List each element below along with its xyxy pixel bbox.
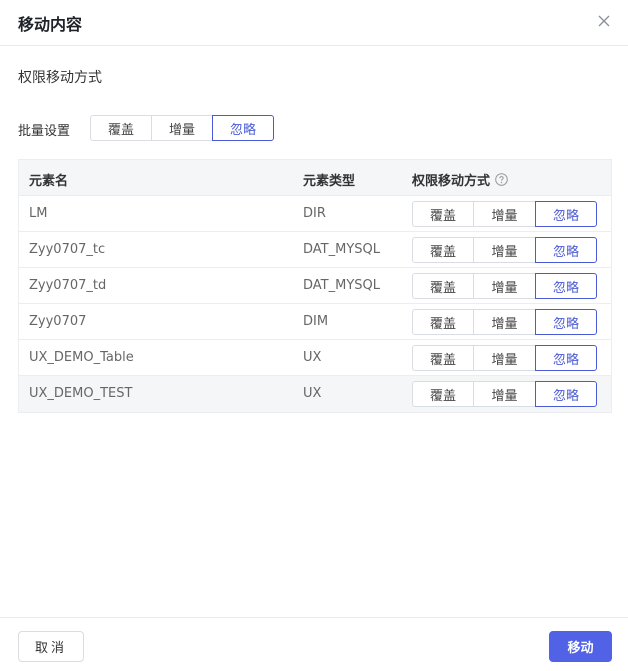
option-overwrite[interactable]: 覆盖 (412, 345, 474, 371)
element-name: UX_DEMO_Table (29, 350, 134, 365)
option-increment[interactable]: 增量 (473, 273, 536, 299)
option-increment[interactable]: 增量 (473, 201, 536, 227)
batch-option-ignore[interactable]: 忽略 (212, 115, 274, 141)
option-increment[interactable]: 增量 (473, 237, 536, 263)
option-ignore[interactable]: 忽略 (535, 381, 597, 407)
row-mode-selector: 覆盖 增量 忽略 (412, 273, 597, 299)
table-row: Zyy0707_tc DAT_MYSQL 覆盖 增量 忽略 (19, 232, 611, 268)
table-row: UX_DEMO_TEST UX 覆盖 增量 忽略 (19, 376, 611, 412)
option-ignore[interactable]: 忽略 (535, 237, 597, 263)
column-header-mode-label: 权限移动方式 (412, 174, 491, 189)
option-overwrite[interactable]: 覆盖 (412, 237, 474, 263)
element-name: Zyy0707 (29, 314, 87, 329)
table-row: LM DIR 覆盖 增量 忽略 (19, 196, 611, 232)
section-label: 权限移动方式 (18, 70, 102, 86)
element-type: UX (303, 386, 322, 401)
element-name: Zyy0707_td (29, 278, 107, 293)
element-type: DIM (303, 314, 329, 329)
option-increment[interactable]: 增量 (473, 345, 536, 371)
element-name: LM (29, 206, 48, 221)
move-button[interactable]: 移动 (549, 631, 612, 662)
batch-option-overwrite[interactable]: 覆盖 (90, 115, 152, 141)
row-mode-selector: 覆盖 增量 忽略 (412, 345, 597, 371)
batch-mode-selector: 覆盖 增量 忽略 (90, 115, 274, 141)
element-type: UX (303, 350, 322, 365)
option-overwrite[interactable]: 覆盖 (412, 381, 474, 407)
option-increment[interactable]: 增量 (473, 381, 536, 407)
option-overwrite[interactable]: 覆盖 (412, 309, 474, 335)
option-increment[interactable]: 增量 (473, 309, 536, 335)
element-type: DIR (303, 206, 326, 221)
column-header-name: 元素名 (29, 174, 69, 189)
elements-table: 元素名 元素类型 权限移动方式 LM DIR 覆盖 增量 忽略 Zyy0707_… (18, 159, 612, 413)
row-mode-selector: 覆盖 增量 忽略 (412, 237, 597, 263)
option-overwrite[interactable]: 覆盖 (412, 273, 474, 299)
option-ignore[interactable]: 忽略 (535, 201, 597, 227)
element-type: DAT_MYSQL (303, 278, 380, 293)
table-row: Zyy0707 DIM 覆盖 增量 忽略 (19, 304, 611, 340)
dialog-header: 移动内容 (0, 0, 628, 46)
column-header-type: 元素类型 (303, 174, 356, 189)
help-icon[interactable] (495, 173, 508, 186)
close-icon[interactable] (598, 11, 614, 33)
option-ignore[interactable]: 忽略 (535, 309, 597, 335)
batch-option-increment[interactable]: 增量 (151, 115, 213, 141)
table-row: Zyy0707_td DAT_MYSQL 覆盖 增量 忽略 (19, 268, 611, 304)
table-row: UX_DEMO_Table UX 覆盖 增量 忽略 (19, 340, 611, 376)
option-ignore[interactable]: 忽略 (535, 345, 597, 371)
row-mode-selector: 覆盖 增量 忽略 (412, 381, 597, 407)
element-type: DAT_MYSQL (303, 242, 380, 257)
dialog-title: 移动内容 (18, 15, 83, 34)
row-mode-selector: 覆盖 增量 忽略 (412, 309, 597, 335)
element-name: Zyy0707_tc (29, 242, 106, 257)
column-header-mode: 权限移动方式 (412, 170, 508, 189)
element-name: UX_DEMO_TEST (29, 386, 133, 401)
option-overwrite[interactable]: 覆盖 (412, 201, 474, 227)
batch-setting-label: 批量设置 (18, 124, 71, 139)
table-header: 元素名 元素类型 权限移动方式 (19, 160, 611, 196)
cancel-button[interactable]: 取消 (18, 631, 84, 662)
option-ignore[interactable]: 忽略 (535, 273, 597, 299)
row-mode-selector: 覆盖 增量 忽略 (412, 201, 597, 227)
move-content-dialog: 移动内容 权限移动方式 批量设置 覆盖 增量 忽略 元素名 元素类型 权限移动方… (0, 0, 628, 671)
dialog-footer: 取消 移动 (0, 617, 628, 671)
